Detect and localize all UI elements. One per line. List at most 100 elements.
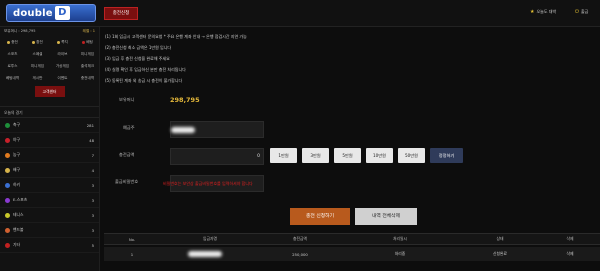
sport-count: 3 xyxy=(91,212,94,218)
sport-name: 하키 xyxy=(13,182,20,187)
sidebar-balance: 보유머니 : 298,795 xyxy=(4,29,36,33)
top-link-withdraw-label: 출금 xyxy=(580,9,589,14)
sport-name: 테니스 xyxy=(13,212,24,217)
sidebar-item-support[interactable]: 고객센터 xyxy=(34,86,65,97)
amount-500k-button[interactable]: 50만원 xyxy=(398,148,425,163)
hockey-icon xyxy=(5,182,10,188)
sidebar-item-label: 로투스 xyxy=(7,63,18,68)
esports-icon xyxy=(5,197,10,203)
notice-line: (4) 실명 확인 후 입금하신 분만 충전 처리됩니다 xyxy=(105,67,186,72)
sport-row[interactable]: 기타 5 xyxy=(0,238,99,253)
password-warning: 비밀번호는 보안상 출금비밀번호를 입력하셔야 합니다 xyxy=(163,181,253,186)
baseball-icon xyxy=(5,137,10,143)
sport-row[interactable]: 테니스 3 xyxy=(0,208,99,223)
sport-name: 축구 xyxy=(13,122,20,127)
sport-row[interactable]: 핸드볼 3 xyxy=(0,223,99,238)
sport-row[interactable]: 농구 7 xyxy=(0,148,99,163)
sport-name: 농구 xyxy=(13,152,20,157)
other-sport-icon xyxy=(5,242,10,248)
delete-row-button[interactable]: 삭제 xyxy=(540,251,600,257)
cell-status: 신청완료 xyxy=(493,251,507,256)
sidebar: 보유머니 : 298,795 레벨 : 1 충전 환전 쪽지 베팅 스포츠 스페… xyxy=(0,27,100,271)
delete-all-button[interactable]: 내역 전체삭제 xyxy=(355,208,417,225)
depositor-label: 예금주 xyxy=(123,125,135,130)
amount-label: 충전금액 xyxy=(119,152,135,157)
cell-date: 처리중 xyxy=(394,251,406,256)
sidebar-item-minigame[interactable]: 미니게임 xyxy=(75,48,100,60)
sidebar-item-deposit[interactable]: 충전 xyxy=(0,36,25,48)
col-amount: 충전금액 xyxy=(293,236,307,241)
sidebar-item-attendance[interactable]: 출석체크 xyxy=(75,60,100,72)
sport-count: 3 xyxy=(91,182,94,188)
sidebar-item-label: 베팅 xyxy=(86,39,93,44)
sidebar-item-message[interactable]: 쪽지 xyxy=(50,36,75,48)
sidebar-item-label: 게시판 xyxy=(32,75,43,80)
sport-name: 야구 xyxy=(13,137,20,142)
notice-line: (3) 입금 후 충전 신청을 완료해 주세요 xyxy=(105,56,170,61)
basketball-icon xyxy=(5,152,10,158)
sport-name: 핸드볼 xyxy=(13,227,24,232)
amount-30k-button[interactable]: 3만원 xyxy=(302,148,329,163)
sport-count: 281 xyxy=(86,122,94,128)
sidebar-item-lotus[interactable]: 로투스 xyxy=(0,60,25,72)
logo-letter: D xyxy=(54,6,70,20)
sport-count: 48 xyxy=(89,137,94,143)
sidebar-item-event[interactable]: 이벤트 xyxy=(50,72,75,84)
notice-line: (2) 충전신청 최소 금액은 1만원 입니다 xyxy=(105,45,172,50)
sidebar-item-label: 이벤트 xyxy=(57,75,68,80)
top-link-daily[interactable]: ★ 오늘도 대박 xyxy=(530,9,556,15)
logo-text: double xyxy=(13,7,53,19)
sidebar-item-label: 환전 xyxy=(36,39,43,44)
sport-name: E-스포츠 xyxy=(13,197,28,202)
sidebar-level: 레벨 : 1 xyxy=(82,29,95,33)
sport-row[interactable]: 야구 48 xyxy=(0,133,99,148)
sidebar-item-special[interactable]: 스페셜 xyxy=(25,48,50,60)
sports-list: 축구 281 야구 48 농구 7 배구 4 하키 3 E-스포츠 3 테니스 3 핸드볼 3 … xyxy=(0,118,99,253)
logo[interactable]: double D xyxy=(6,4,96,22)
top-bar: double D 충전신청 ★ 오늘도 대박 ⏻ 출금 xyxy=(0,0,600,27)
submit-deposit-button[interactable]: 충전 신청하기 xyxy=(290,208,350,225)
col-delete: 삭제 xyxy=(566,236,574,241)
sidebar-item-deposit-history[interactable]: 충전내역 xyxy=(75,72,100,84)
star-icon: ★ xyxy=(530,9,535,15)
sidebar-item-withdraw[interactable]: 환전 xyxy=(25,36,50,48)
tab-deposit[interactable]: 충전신청 xyxy=(104,7,138,20)
sport-count: 3 xyxy=(91,227,94,233)
sport-row[interactable]: 축구 281 xyxy=(0,118,99,133)
sidebar-item-label: 쪽지 xyxy=(61,39,68,44)
sidebar-item-board[interactable]: 게시판 xyxy=(25,72,50,84)
amount-10k-button[interactable]: 1만원 xyxy=(270,148,297,163)
password-label: 출금비밀번호 xyxy=(115,179,139,184)
soccer-icon xyxy=(5,122,10,128)
sidebar-item-bet-history[interactable]: 베팅내역 xyxy=(0,72,25,84)
mail-icon xyxy=(57,40,61,44)
sport-row[interactable]: 하키 3 xyxy=(0,178,99,193)
col-date: 처리일시 xyxy=(393,236,407,241)
depositor-field[interactable] xyxy=(170,121,264,138)
sidebar-item-bet[interactable]: 베팅 xyxy=(75,36,100,48)
col-depositor: 입금자명 xyxy=(203,236,217,241)
table-row: 1 250,000 처리중 신청완료 삭제 xyxy=(104,247,600,261)
notice-line: (1) 1회 입금시 고객센터 문의요청 * 주요 은행 계좌 안내 → 은행 … xyxy=(105,34,247,39)
amount-field[interactable]: 0 xyxy=(170,148,264,165)
top-link-daily-label: 오늘도 대박 xyxy=(536,9,557,14)
amount-50k-button[interactable]: 5만원 xyxy=(334,148,361,163)
sport-count: 5 xyxy=(91,242,94,248)
sidebar-menu-grid: 충전 환전 쪽지 베팅 스포츠 스페셜 라이브 미니게임 로투스 미니게임 가상… xyxy=(0,36,99,84)
power-icon: ⏻ xyxy=(575,9,579,15)
reset-amount-button[interactable]: 정정하기 xyxy=(430,148,463,163)
sidebar-section-title: 오늘의 경기 xyxy=(0,106,99,118)
top-link-withdraw[interactable]: ⏻ 출금 xyxy=(575,9,588,15)
table-header: No. 입금자명 충전금액 처리일시 상태 삭제 xyxy=(104,233,600,245)
sport-row[interactable]: E-스포츠 3 xyxy=(0,193,99,208)
coin-icon xyxy=(32,40,36,44)
sidebar-item-sports[interactable]: 스포츠 xyxy=(0,48,25,60)
sidebar-user-info: 보유머니 : 298,795 레벨 : 1 xyxy=(0,27,99,36)
sidebar-item-minigame-2[interactable]: 미니게임 xyxy=(25,60,50,72)
handball-icon xyxy=(5,227,10,233)
sport-row[interactable]: 배구 4 xyxy=(0,163,99,178)
sidebar-item-virtual[interactable]: 가상게임 xyxy=(50,60,75,72)
amount-100k-button[interactable]: 10만원 xyxy=(366,148,393,163)
sidebar-item-label: 충전 xyxy=(11,39,18,44)
sidebar-item-live[interactable]: 라이브 xyxy=(50,48,75,60)
